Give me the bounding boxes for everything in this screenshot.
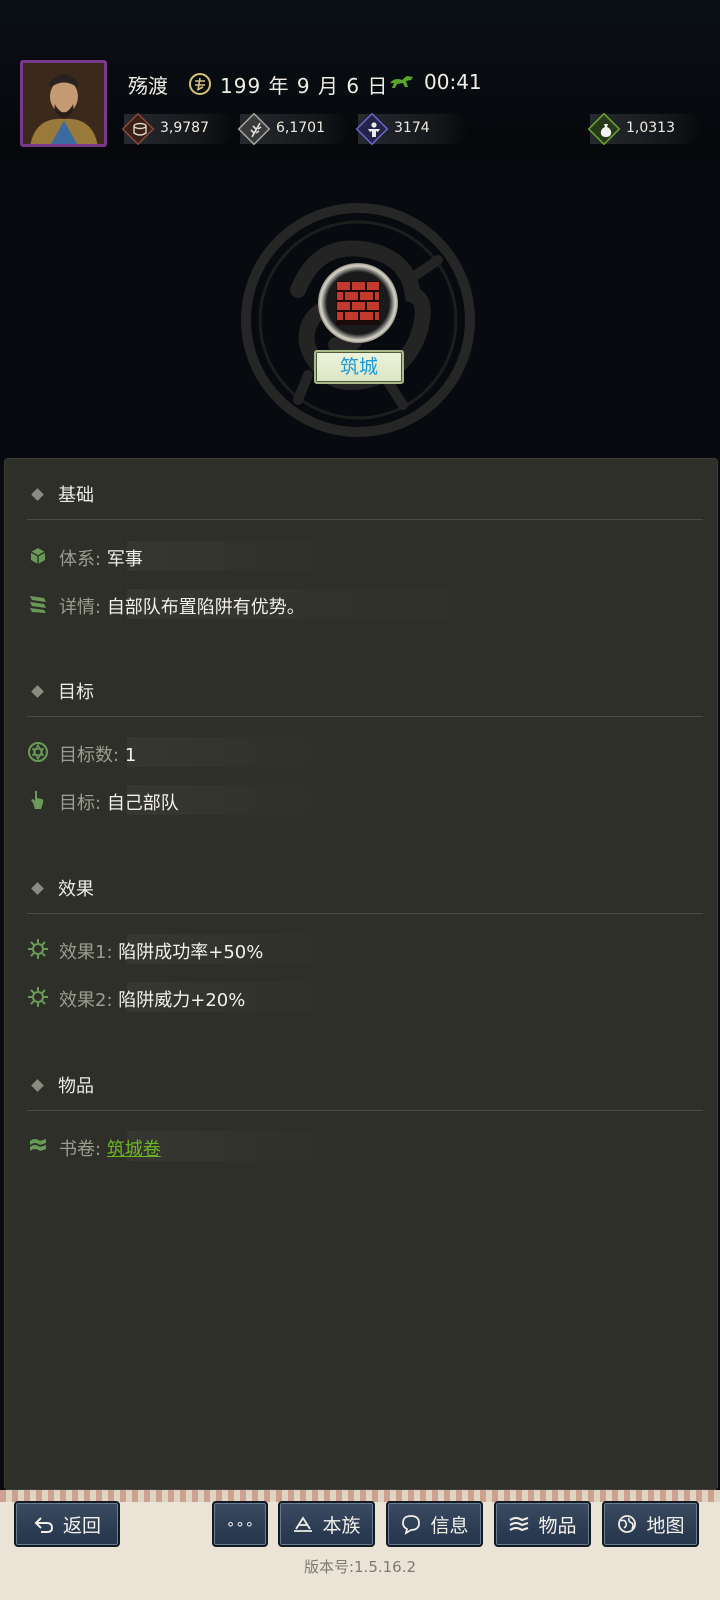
row-highlight	[127, 737, 357, 767]
map-button-label: 地图	[646, 1514, 685, 1537]
row-book: 书卷: 筑城卷	[27, 1131, 687, 1161]
info-button-label: 信息	[430, 1514, 469, 1537]
skill-name-plate: 筑城	[314, 350, 404, 384]
section-items-title: 物品	[31, 1072, 94, 1098]
detail-label: 详情:	[59, 597, 102, 618]
target-count-label: 目标数:	[59, 745, 120, 766]
clan-button[interactable]: 本族	[278, 1501, 375, 1547]
return-arrow-icon	[34, 1517, 53, 1533]
coin-stack-icon	[133, 122, 147, 136]
row-highlight	[127, 541, 357, 571]
divider	[27, 913, 703, 914]
horse-icon	[390, 76, 413, 88]
divider	[27, 519, 703, 520]
resource-troops[interactable]: 3174	[355, 112, 468, 146]
section-target-title: 目标	[31, 678, 94, 704]
book-link[interactable]: 筑城卷	[107, 1139, 161, 1160]
soldier-icon	[368, 122, 380, 137]
top-header: 殇渡 199 年 9 月 6 日 00:41 3,9787 6,1701 317…	[0, 0, 720, 160]
row-target-count-text: 目标数: 1	[59, 741, 136, 767]
detail-value: 自部队布置陷阱有优势。	[106, 597, 305, 618]
money-bag-icon	[600, 124, 612, 137]
row-system-text: 体系: 军事	[59, 545, 143, 571]
scroll-icon	[30, 596, 46, 613]
row-effect-1-text: 效果1: 陷阱成功率+50%	[59, 938, 263, 964]
row-system: 体系: 军事	[27, 541, 687, 571]
resource-troops-value: 3174	[394, 120, 430, 136]
row-target-text: 目标: 自己部队	[59, 789, 179, 815]
section-target-label: 目标	[58, 682, 94, 703]
resource-food[interactable]: 6,1701	[237, 112, 350, 146]
wheat-icon	[250, 122, 262, 138]
game-date: 199 年 9 月 6 日	[220, 74, 389, 98]
row-effect-2: 效果2: 陷阱威力+20%	[27, 982, 687, 1012]
row-detail-text: 详情: 自部队布置陷阱有优势。	[59, 593, 305, 619]
clan-button-label: 本族	[322, 1514, 361, 1537]
effect-1-label: 效果1:	[59, 942, 113, 963]
map-button[interactable]: 地图	[602, 1501, 699, 1547]
resource-jade[interactable]: 1,0313	[587, 112, 702, 146]
system-label: 体系:	[59, 549, 102, 570]
effect-2-value: 陷阱威力+20%	[118, 990, 246, 1011]
resource-food-value: 6,1701	[276, 120, 325, 136]
resource-gold-value: 3,9787	[160, 120, 209, 136]
target-value: 自己部队	[106, 793, 179, 814]
player-name: 殇渡	[128, 74, 168, 98]
diamond-bullet-icon	[31, 684, 44, 698]
items-button-label: 物品	[538, 1514, 577, 1537]
diamond-bullet-icon	[31, 487, 44, 501]
row-book-text: 书卷: 筑城卷	[59, 1135, 161, 1161]
gear-effect-icon	[28, 939, 48, 959]
row-highlight	[127, 1131, 357, 1161]
system-value: 军事	[106, 549, 143, 570]
book-scroll-icon	[30, 1139, 46, 1151]
skill-detail-panel: 基础 体系: 军事 详情: 自部队布置陷阱有优势。 目标 目标数: 1 目标: …	[4, 458, 718, 1490]
chat-bubble-icon	[402, 1515, 421, 1535]
row-detail: 详情: 自部队布置陷阱有优势。	[27, 589, 687, 619]
player-avatar[interactable]	[20, 60, 107, 147]
globe-icon	[618, 1515, 637, 1533]
section-basic-label: 基础	[58, 485, 94, 506]
app-root: 殇渡 199 年 9 月 6 日 00:41 3,9787 6,1701 317…	[0, 0, 720, 1600]
back-button[interactable]: 返回	[14, 1501, 120, 1547]
row-target-count: 目标数: 1	[27, 737, 687, 767]
effect-2-label: 效果2:	[59, 990, 113, 1011]
game-time: 00:41	[424, 70, 482, 94]
row-effect-2-text: 效果2: 陷阱威力+20%	[59, 986, 245, 1012]
clan-hat-icon	[294, 1516, 313, 1532]
resource-jade-value: 1,0313	[626, 120, 675, 136]
divider	[27, 716, 703, 717]
items-button[interactable]: 物品	[494, 1501, 591, 1547]
brick-wall-icon	[336, 281, 380, 325]
more-button[interactable]: ∘∘∘	[212, 1501, 268, 1547]
row-effect-1: 效果1: 陷阱成功率+50%	[27, 934, 687, 964]
skill-icon-frame	[318, 263, 398, 343]
section-effect-label: 效果	[58, 879, 94, 900]
row-target: 目标: 自己部队	[27, 785, 687, 815]
version-label: 版本号:1.5.16.2	[303, 1558, 417, 1576]
divider	[27, 1110, 703, 1111]
book-label: 书卷:	[59, 1139, 102, 1160]
back-button-label: 返回	[62, 1514, 101, 1537]
section-items-label: 物品	[58, 1076, 94, 1097]
target-count-icon	[28, 742, 48, 762]
section-effect-title: 效果	[31, 875, 94, 901]
gear-effect-icon	[28, 987, 48, 1007]
effect-1-value: 陷阱成功率+50%	[118, 942, 264, 963]
diamond-bullet-icon	[31, 881, 44, 895]
calendar-seal-icon	[189, 73, 211, 95]
target-count-value: 1	[124, 745, 137, 766]
scroll-bundle-icon	[509, 1517, 529, 1532]
pointing-hand-icon	[31, 791, 44, 809]
section-basic-title: 基础	[31, 481, 94, 507]
diamond-bullet-icon	[31, 1078, 44, 1092]
resource-gold[interactable]: 3,9787	[121, 112, 234, 146]
more-button-label: ∘∘∘	[225, 1515, 255, 1533]
target-label: 目标:	[59, 793, 102, 814]
info-button[interactable]: 信息	[386, 1501, 483, 1547]
cube-icon	[30, 548, 46, 564]
